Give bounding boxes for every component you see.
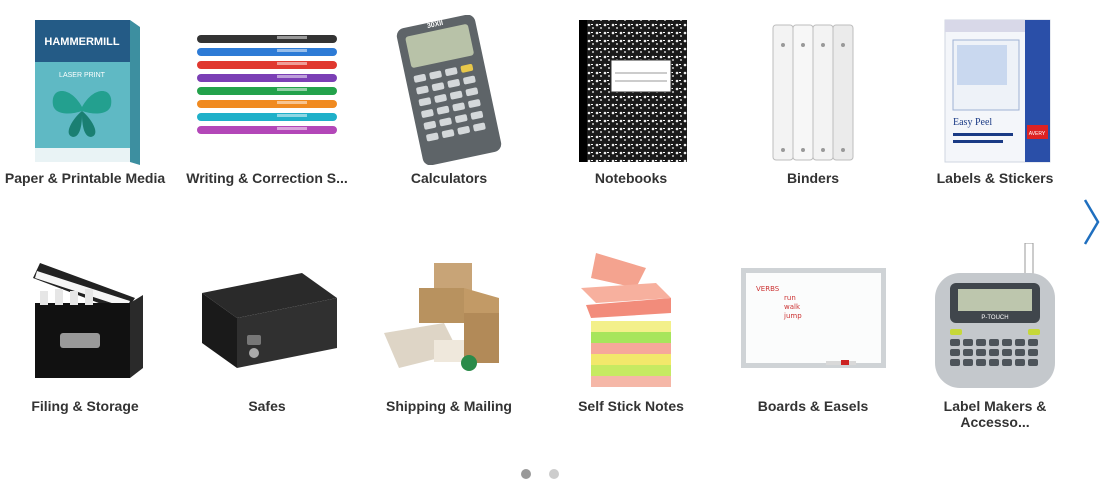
category-tile-notebooks[interactable]: Notebooks [540,10,722,186]
calculator-icon: 30XII [396,15,502,165]
brand-text: AVERY [1029,131,1046,137]
brand-text: P-TOUCH [981,315,1008,321]
carousel-pagination [0,466,1080,484]
product-subtext: Easy Peel [953,117,992,128]
category-tile-sticky-notes[interactable]: Self Stick Notes [540,238,722,414]
sticky-notes-icon [581,253,671,387]
brand-text: HAMMERMILL [44,36,119,48]
binders-icon [772,24,854,161]
category-label: Notebooks [594,170,668,186]
category-label: Binders [786,170,840,186]
category-tile-writing[interactable]: Writing & Correction S... [176,10,358,186]
paper-ream-icon: HAMMERMILL LASER PRINT [35,20,140,165]
category-label: Label Makers & Accesso... [943,398,1047,430]
shipping-boxes-icon [384,263,499,371]
category-tile-calculators[interactable]: 30XII Calculators [358,10,540,186]
label-maker-icon: P-TOUCH [935,243,1055,388]
category-tile-labels[interactable]: AVERY Easy Peel Labels & Stickers [904,10,1086,186]
labels-box-icon: AVERY Easy Peel [944,19,1051,163]
safe-icon [202,273,337,368]
file-box-icon [33,263,143,378]
product-subtext: LASER PRINT [59,72,106,79]
category-tile-filing[interactable]: Filing & Storage [0,238,176,414]
pens-icon [197,35,337,134]
category-label: Writing & Correction S... [186,170,348,186]
category-tile-safes[interactable]: Safes [176,238,358,414]
page-dot-1[interactable] [521,469,531,479]
whiteboard-icon: VERBSrun walk jump [740,268,886,368]
category-tile-paper[interactable]: HAMMERMILL LASER PRINT Paper & Printable… [0,10,176,186]
page-dot-2[interactable] [549,469,559,479]
category-tile-label-makers[interactable]: P-TOUCH Label Makers & Accesso... [904,238,1086,430]
category-label: Calculators [410,170,488,186]
category-tile-shipping[interactable]: Shipping & Mailing [358,238,540,414]
category-label: Self Stick Notes [578,398,684,414]
category-label: Filing & Storage [31,398,139,414]
next-arrow-button[interactable] [1080,196,1102,248]
notebook-icon [579,20,687,162]
category-tile-boards[interactable]: VERBSrun walk jump Boards & Easels [722,238,904,414]
category-label: Boards & Easels [757,398,869,414]
category-label: Labels & Stickers [936,170,1054,186]
category-label: Safes [248,398,286,414]
chevron-right-icon [1083,199,1100,245]
category-tile-binders[interactable]: Binders [722,10,904,186]
category-label: Paper & Printable Media [4,170,166,186]
category-label: Shipping & Mailing [386,398,512,414]
